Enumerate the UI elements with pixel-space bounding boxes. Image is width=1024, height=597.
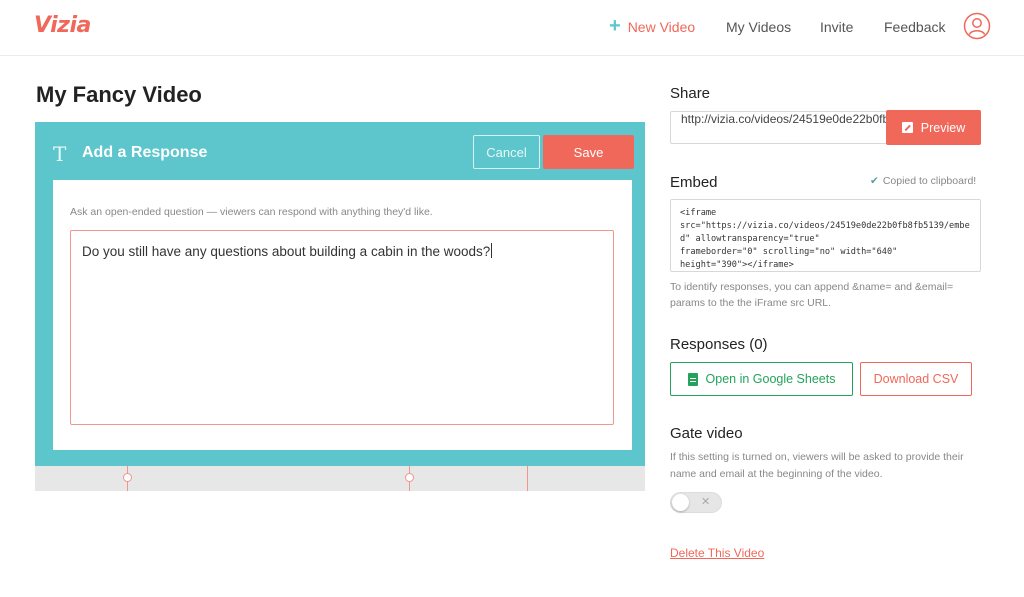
preview-button[interactable]: Preview <box>886 110 981 145</box>
vizia-logo[interactable]: Vizia <box>34 13 91 38</box>
response-editor-panel: T Add a Response Cancel Save Ask an open… <box>35 122 645 466</box>
sheets-label: Open in Google Sheets <box>705 372 836 386</box>
user-avatar-icon[interactable] <box>963 12 991 40</box>
preview-label: Preview <box>920 120 966 135</box>
text-icon: T <box>53 142 67 166</box>
top-nav-bar: Vizia + New Video My Videos Invite Feedb… <box>0 0 1024 56</box>
gate-video-heading: Gate video <box>670 425 743 442</box>
question-text: Do you still have any questions about bu… <box>82 244 491 259</box>
new-video-link[interactable]: + New Video <box>609 15 696 37</box>
video-timeline[interactable] <box>35 466 645 491</box>
delete-video-link[interactable]: Delete This Video <box>670 546 764 560</box>
google-sheets-icon <box>687 372 698 386</box>
copied-text: Copied to clipboard! <box>882 175 977 187</box>
my-videos-link[interactable]: My Videos <box>726 19 791 35</box>
page-title: My Fancy Video <box>36 82 202 107</box>
copied-status: ✔ Copied to clipboard! <box>870 175 976 187</box>
editor-title: Add a Response <box>82 144 208 161</box>
plus-icon: + <box>609 15 621 37</box>
toggle-knob <box>672 494 689 511</box>
timeline-marker-dot[interactable] <box>405 473 414 482</box>
save-button[interactable]: Save <box>543 135 634 169</box>
embed-note: To identify responses, you can append &n… <box>670 281 954 309</box>
share-heading: Share <box>670 85 711 102</box>
feedback-link[interactable]: Feedback <box>884 19 945 35</box>
new-video-label: New Video <box>627 19 696 35</box>
timeline-playhead[interactable] <box>527 466 528 491</box>
timeline-marker-dot[interactable] <box>123 473 132 482</box>
invite-link[interactable]: Invite <box>820 19 853 35</box>
share-url-field[interactable]: http://vizia.co/videos/24519e0de22b0fb8f… <box>670 111 888 144</box>
check-icon: ✔ <box>870 175 879 187</box>
question-hint: Ask an open-ended question — viewers can… <box>70 206 433 218</box>
toggle-off-icon: ✕ <box>701 496 711 508</box>
embed-heading: Embed <box>670 174 718 191</box>
download-csv-button[interactable]: Download CSV <box>860 362 972 396</box>
gate-video-description: If this setting is turned on, viewers wi… <box>670 451 964 480</box>
open-google-sheets-button[interactable]: Open in Google Sheets <box>670 362 853 396</box>
external-link-icon <box>901 122 913 133</box>
question-input[interactable]: Do you still have any questions about bu… <box>70 230 614 425</box>
text-caret <box>491 243 493 258</box>
cancel-button[interactable]: Cancel <box>473 135 540 169</box>
gate-video-toggle[interactable]: ✕ <box>670 492 722 513</box>
editor-body: Ask an open-ended question — viewers can… <box>53 180 632 450</box>
responses-heading: Responses (0) <box>670 336 768 353</box>
embed-code-field[interactable]: <iframe src="https://vizia.co/videos/245… <box>670 199 981 272</box>
